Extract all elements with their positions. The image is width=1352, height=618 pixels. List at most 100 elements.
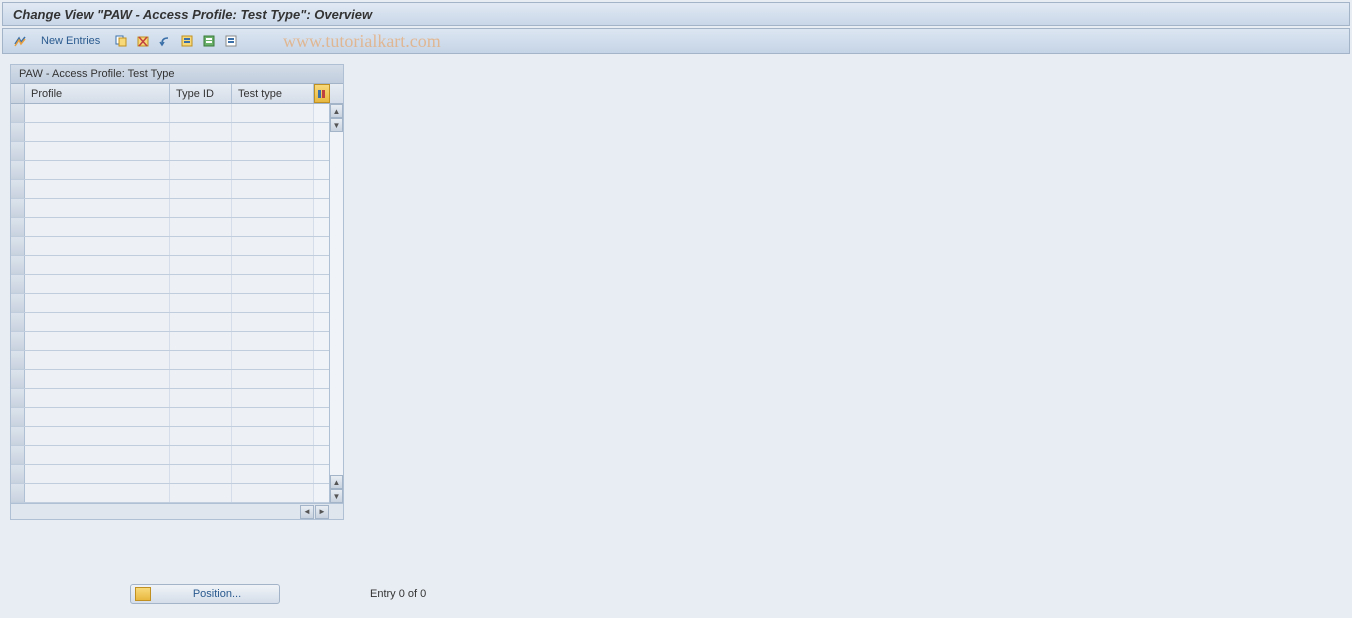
select-all-icon[interactable] — [178, 32, 196, 50]
table-row[interactable] — [11, 408, 329, 427]
cell-profile[interactable] — [25, 161, 170, 179]
scroll-up-icon[interactable]: ▲ — [330, 104, 343, 118]
table-row[interactable] — [11, 446, 329, 465]
cell-profile[interactable] — [25, 484, 170, 502]
cell-typeid[interactable] — [170, 123, 232, 141]
cell-testtype[interactable] — [232, 427, 314, 445]
scroll-down-icon[interactable]: ▼ — [330, 118, 343, 132]
deselect-all-icon[interactable] — [222, 32, 240, 50]
cell-profile[interactable] — [25, 275, 170, 293]
cell-typeid[interactable] — [170, 427, 232, 445]
cell-testtype[interactable] — [232, 446, 314, 464]
cell-profile[interactable] — [25, 446, 170, 464]
table-row[interactable] — [11, 427, 329, 446]
table-row[interactable] — [11, 256, 329, 275]
table-row[interactable] — [11, 465, 329, 484]
column-header-profile[interactable]: Profile — [25, 84, 170, 103]
cell-testtype[interactable] — [232, 370, 314, 388]
cell-profile[interactable] — [25, 256, 170, 274]
cell-profile[interactable] — [25, 104, 170, 122]
cell-testtype[interactable] — [232, 180, 314, 198]
row-selector[interactable] — [11, 104, 25, 122]
cell-typeid[interactable] — [170, 275, 232, 293]
cell-testtype[interactable] — [232, 218, 314, 236]
cell-profile[interactable] — [25, 142, 170, 160]
cell-typeid[interactable] — [170, 180, 232, 198]
cell-testtype[interactable] — [232, 199, 314, 217]
table-row[interactable] — [11, 218, 329, 237]
row-selector[interactable] — [11, 370, 25, 388]
table-row[interactable] — [11, 484, 329, 503]
table-row[interactable] — [11, 332, 329, 351]
row-selector[interactable] — [11, 332, 25, 350]
vertical-scrollbar[interactable]: ▲ ▼ ▲ ▼ — [329, 104, 343, 503]
table-row[interactable] — [11, 161, 329, 180]
undo-icon[interactable] — [156, 32, 174, 50]
table-row[interactable] — [11, 123, 329, 142]
cell-testtype[interactable] — [232, 237, 314, 255]
cell-profile[interactable] — [25, 218, 170, 236]
row-selector[interactable] — [11, 142, 25, 160]
cell-profile[interactable] — [25, 408, 170, 426]
copy-icon[interactable] — [112, 32, 130, 50]
table-row[interactable] — [11, 237, 329, 256]
row-selector[interactable] — [11, 199, 25, 217]
scroll-down2-icon[interactable]: ▼ — [330, 489, 343, 503]
row-selector[interactable] — [11, 218, 25, 236]
cell-typeid[interactable] — [170, 294, 232, 312]
cell-typeid[interactable] — [170, 465, 232, 483]
cell-profile[interactable] — [25, 294, 170, 312]
cell-testtype[interactable] — [232, 484, 314, 502]
table-row[interactable] — [11, 104, 329, 123]
row-selector[interactable] — [11, 123, 25, 141]
cell-typeid[interactable] — [170, 142, 232, 160]
row-selector[interactable] — [11, 294, 25, 312]
table-row[interactable] — [11, 180, 329, 199]
row-selector[interactable] — [11, 275, 25, 293]
row-selector[interactable] — [11, 427, 25, 445]
cell-typeid[interactable] — [170, 199, 232, 217]
row-selector-header[interactable] — [11, 84, 25, 103]
cell-testtype[interactable] — [232, 123, 314, 141]
cell-testtype[interactable] — [232, 256, 314, 274]
cell-typeid[interactable] — [170, 370, 232, 388]
scroll-up2-icon[interactable]: ▲ — [330, 475, 343, 489]
table-row[interactable] — [11, 370, 329, 389]
cell-typeid[interactable] — [170, 313, 232, 331]
cell-profile[interactable] — [25, 313, 170, 331]
row-selector[interactable] — [11, 351, 25, 369]
toggle-icon[interactable] — [11, 32, 29, 50]
cell-typeid[interactable] — [170, 408, 232, 426]
cell-testtype[interactable] — [232, 332, 314, 350]
cell-profile[interactable] — [25, 351, 170, 369]
cell-profile[interactable] — [25, 427, 170, 445]
cell-typeid[interactable] — [170, 104, 232, 122]
cell-testtype[interactable] — [232, 294, 314, 312]
row-selector[interactable] — [11, 484, 25, 502]
row-selector[interactable] — [11, 237, 25, 255]
cell-typeid[interactable] — [170, 484, 232, 502]
column-header-testtype[interactable]: Test type — [232, 84, 314, 103]
cell-typeid[interactable] — [170, 389, 232, 407]
row-selector[interactable] — [11, 161, 25, 179]
cell-typeid[interactable] — [170, 218, 232, 236]
table-row[interactable] — [11, 389, 329, 408]
row-selector[interactable] — [11, 180, 25, 198]
cell-profile[interactable] — [25, 332, 170, 350]
cell-testtype[interactable] — [232, 104, 314, 122]
cell-profile[interactable] — [25, 237, 170, 255]
table-row[interactable] — [11, 199, 329, 218]
cell-profile[interactable] — [25, 389, 170, 407]
table-row[interactable] — [11, 294, 329, 313]
row-selector[interactable] — [11, 313, 25, 331]
table-row[interactable] — [11, 275, 329, 294]
cell-typeid[interactable] — [170, 351, 232, 369]
new-entries-button[interactable]: New Entries — [33, 33, 108, 49]
table-config-icon[interactable] — [314, 84, 330, 103]
table-row[interactable] — [11, 313, 329, 332]
table-row[interactable] — [11, 142, 329, 161]
row-selector[interactable] — [11, 256, 25, 274]
scroll-left-icon[interactable]: ◄ — [300, 505, 314, 519]
column-header-typeid[interactable]: Type ID — [170, 84, 232, 103]
cell-typeid[interactable] — [170, 161, 232, 179]
